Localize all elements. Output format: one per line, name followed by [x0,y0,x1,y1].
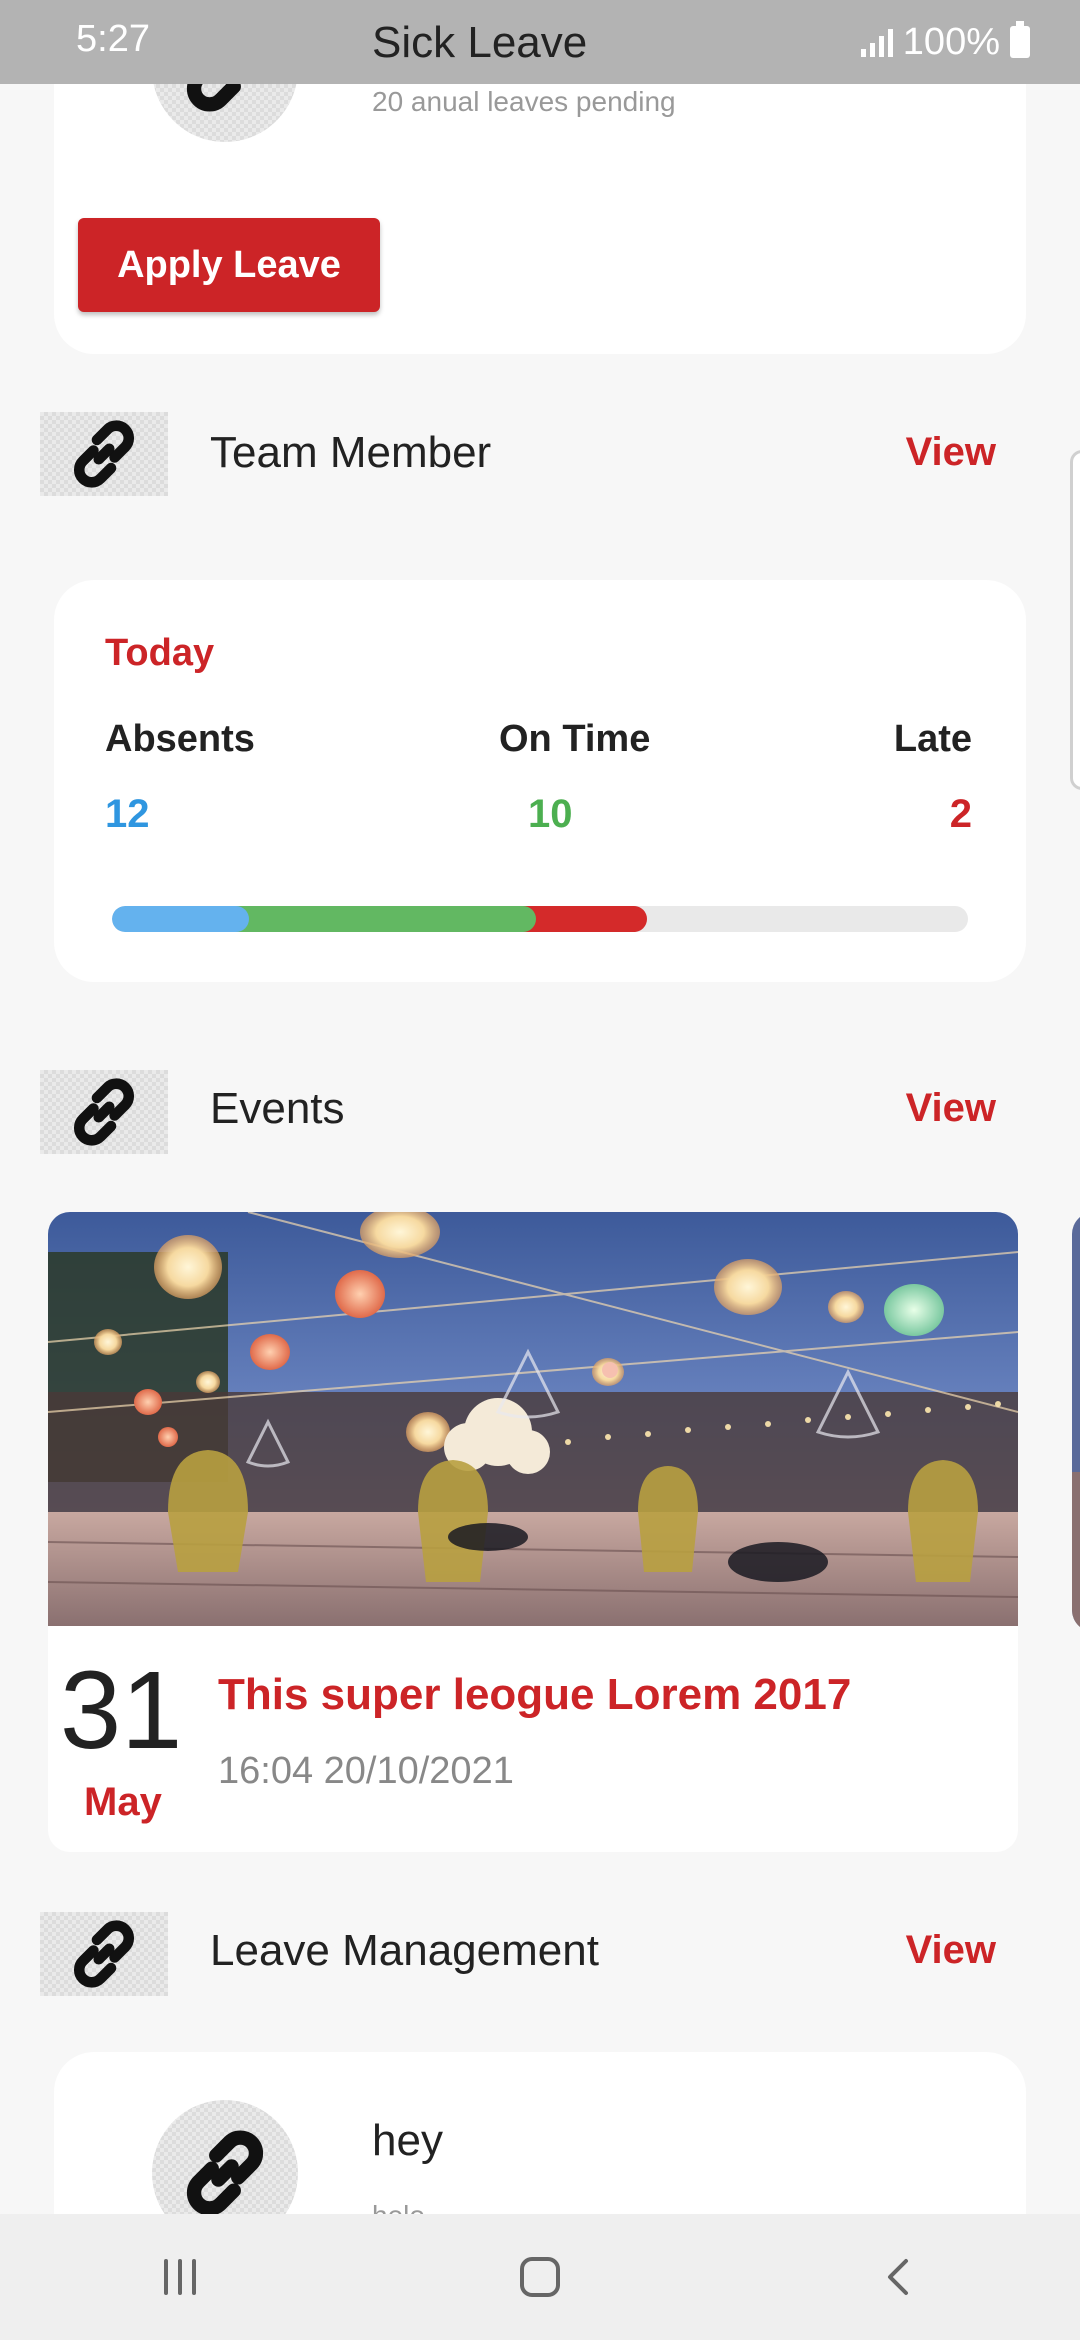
leave-view-link[interactable]: View [906,1928,996,1973]
link-icon [186,2130,264,2216]
recent-apps-button[interactable] [120,2237,240,2317]
scroll-edge [1070,450,1080,790]
leave-pending-count: 20 anual leaves pending [372,86,676,117]
battery-percent: 100% [902,20,1000,63]
leave-section-title: Leave Management [210,1926,599,1975]
team-section-title: Team Member [210,428,492,477]
signal-icon [860,27,893,57]
progress-late-segment [522,906,647,932]
events-view-link[interactable]: View [906,1086,996,1131]
leave-section-icon [40,1912,168,1996]
back-button[interactable] [840,2237,960,2317]
absents-label: Absents [105,718,255,760]
next-event-card-peek[interactable] [1072,1212,1080,1632]
events-section-icon [40,1070,168,1154]
event-image [48,1212,1018,1626]
back-icon [888,2259,908,2295]
status-time: 5:27 [76,18,150,60]
event-month: May [84,1780,162,1824]
ontime-value: 10 [528,792,573,836]
leave-request-title: hey [372,2116,443,2165]
team-view-link[interactable]: View [906,430,996,475]
home-icon [520,2257,560,2297]
late-value: 2 [949,792,972,836]
apply-leave-button[interactable]: Apply Leave [78,218,380,312]
event-datetime: 16:04 20/10/2021 [218,1750,514,1792]
events-section-title: Events [210,1084,345,1133]
ontime-label: On Time [499,718,651,760]
home-button[interactable] [480,2237,600,2317]
today-attendance-card: Today Absents On Time Late 12 10 2 [54,580,1026,982]
event-card[interactable]: 31 May This super leogue Lorem 2017 16:0… [48,1212,1018,1852]
attendance-progress-bar [112,906,968,932]
late-label: Late [893,718,972,760]
team-section-icon [40,412,168,496]
link-icon [74,420,134,488]
absents-value: 12 [105,792,150,836]
progress-ontime-segment [235,906,536,932]
battery-icon [1010,21,1030,58]
event-day: 31 [60,1649,183,1772]
recent-apps-icon [164,2259,196,2295]
link-icon [74,1078,134,1146]
leave-type-title: Sick Leave [372,18,588,67]
system-nav-bar [0,2214,1080,2340]
event-title: This super leogue Lorem 2017 [218,1670,852,1719]
progress-absents-segment [112,906,249,932]
today-label: Today [105,632,215,674]
link-icon [74,1920,134,1988]
